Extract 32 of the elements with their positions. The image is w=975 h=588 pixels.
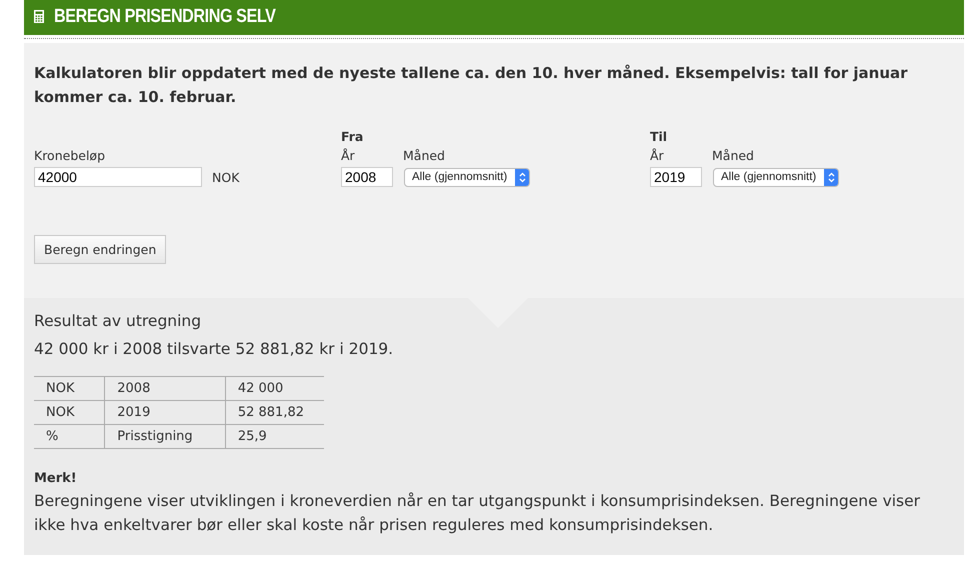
result-summary: 42 000 kr i 2008 tilsvarte 52 881,82 kr i 2019. — [34, 340, 394, 358]
note-title: Merk! — [34, 471, 78, 486]
month-select[interactable]: Alle (gjennomsnitt) — [404, 168, 530, 186]
table-cell: Prisstigning — [104, 424, 226, 448]
period-heading: Fra — [341, 129, 364, 144]
table-cell: % — [34, 424, 105, 448]
table-cell: 25,9 — [225, 424, 324, 448]
table-cell: 52 881,82 — [225, 400, 324, 424]
month-select[interactable]: Alle (gjennomsnitt) — [713, 168, 840, 186]
table-cell: 2008 — [104, 376, 226, 400]
intro-text: Kalkulatoren blir oppdatert med de nyeste tallene ca. den 10. hver måned. Eksempelvis: tall for januar kommer ca. 10. februar. — [34, 63, 909, 108]
currency-label: NOK — [212, 170, 240, 184]
year-input[interactable]: 2019 — [650, 167, 702, 187]
section-title: BEREGN PRISENDRING SELV — [54, 6, 276, 28]
table-cell: NOK — [34, 376, 105, 400]
chevron-icon — [828, 172, 835, 182]
year-input[interactable]: 2008 — [341, 167, 393, 187]
field-label: Måned — [403, 148, 445, 163]
field-label: År — [650, 148, 665, 163]
amount-input[interactable]: 42000 — [34, 167, 202, 187]
result-title: Resultat av utregning — [34, 312, 202, 330]
period-heading: Til — [650, 129, 668, 144]
field-label: Kronebeløp — [34, 148, 106, 163]
chevron-icon — [518, 172, 526, 182]
table-cell: 2019 — [104, 400, 226, 424]
note-text: Beregningene viser utviklingen i kroneverdien når en tar utgangspunkt i konsumprisindeksen. Beregningene viser ikke hva enkeltvarer bør eller skal koste når prisen reguleres med konsumprisindeksen. — [34, 491, 922, 536]
field-label: År — [341, 148, 356, 163]
field-label: Måned — [712, 148, 754, 163]
calculator-icon — [34, 10, 44, 23]
table-cell: 42 000 — [225, 376, 324, 400]
table-cell: NOK — [34, 400, 105, 424]
calculate-button[interactable]: Beregn endringen — [34, 235, 166, 264]
